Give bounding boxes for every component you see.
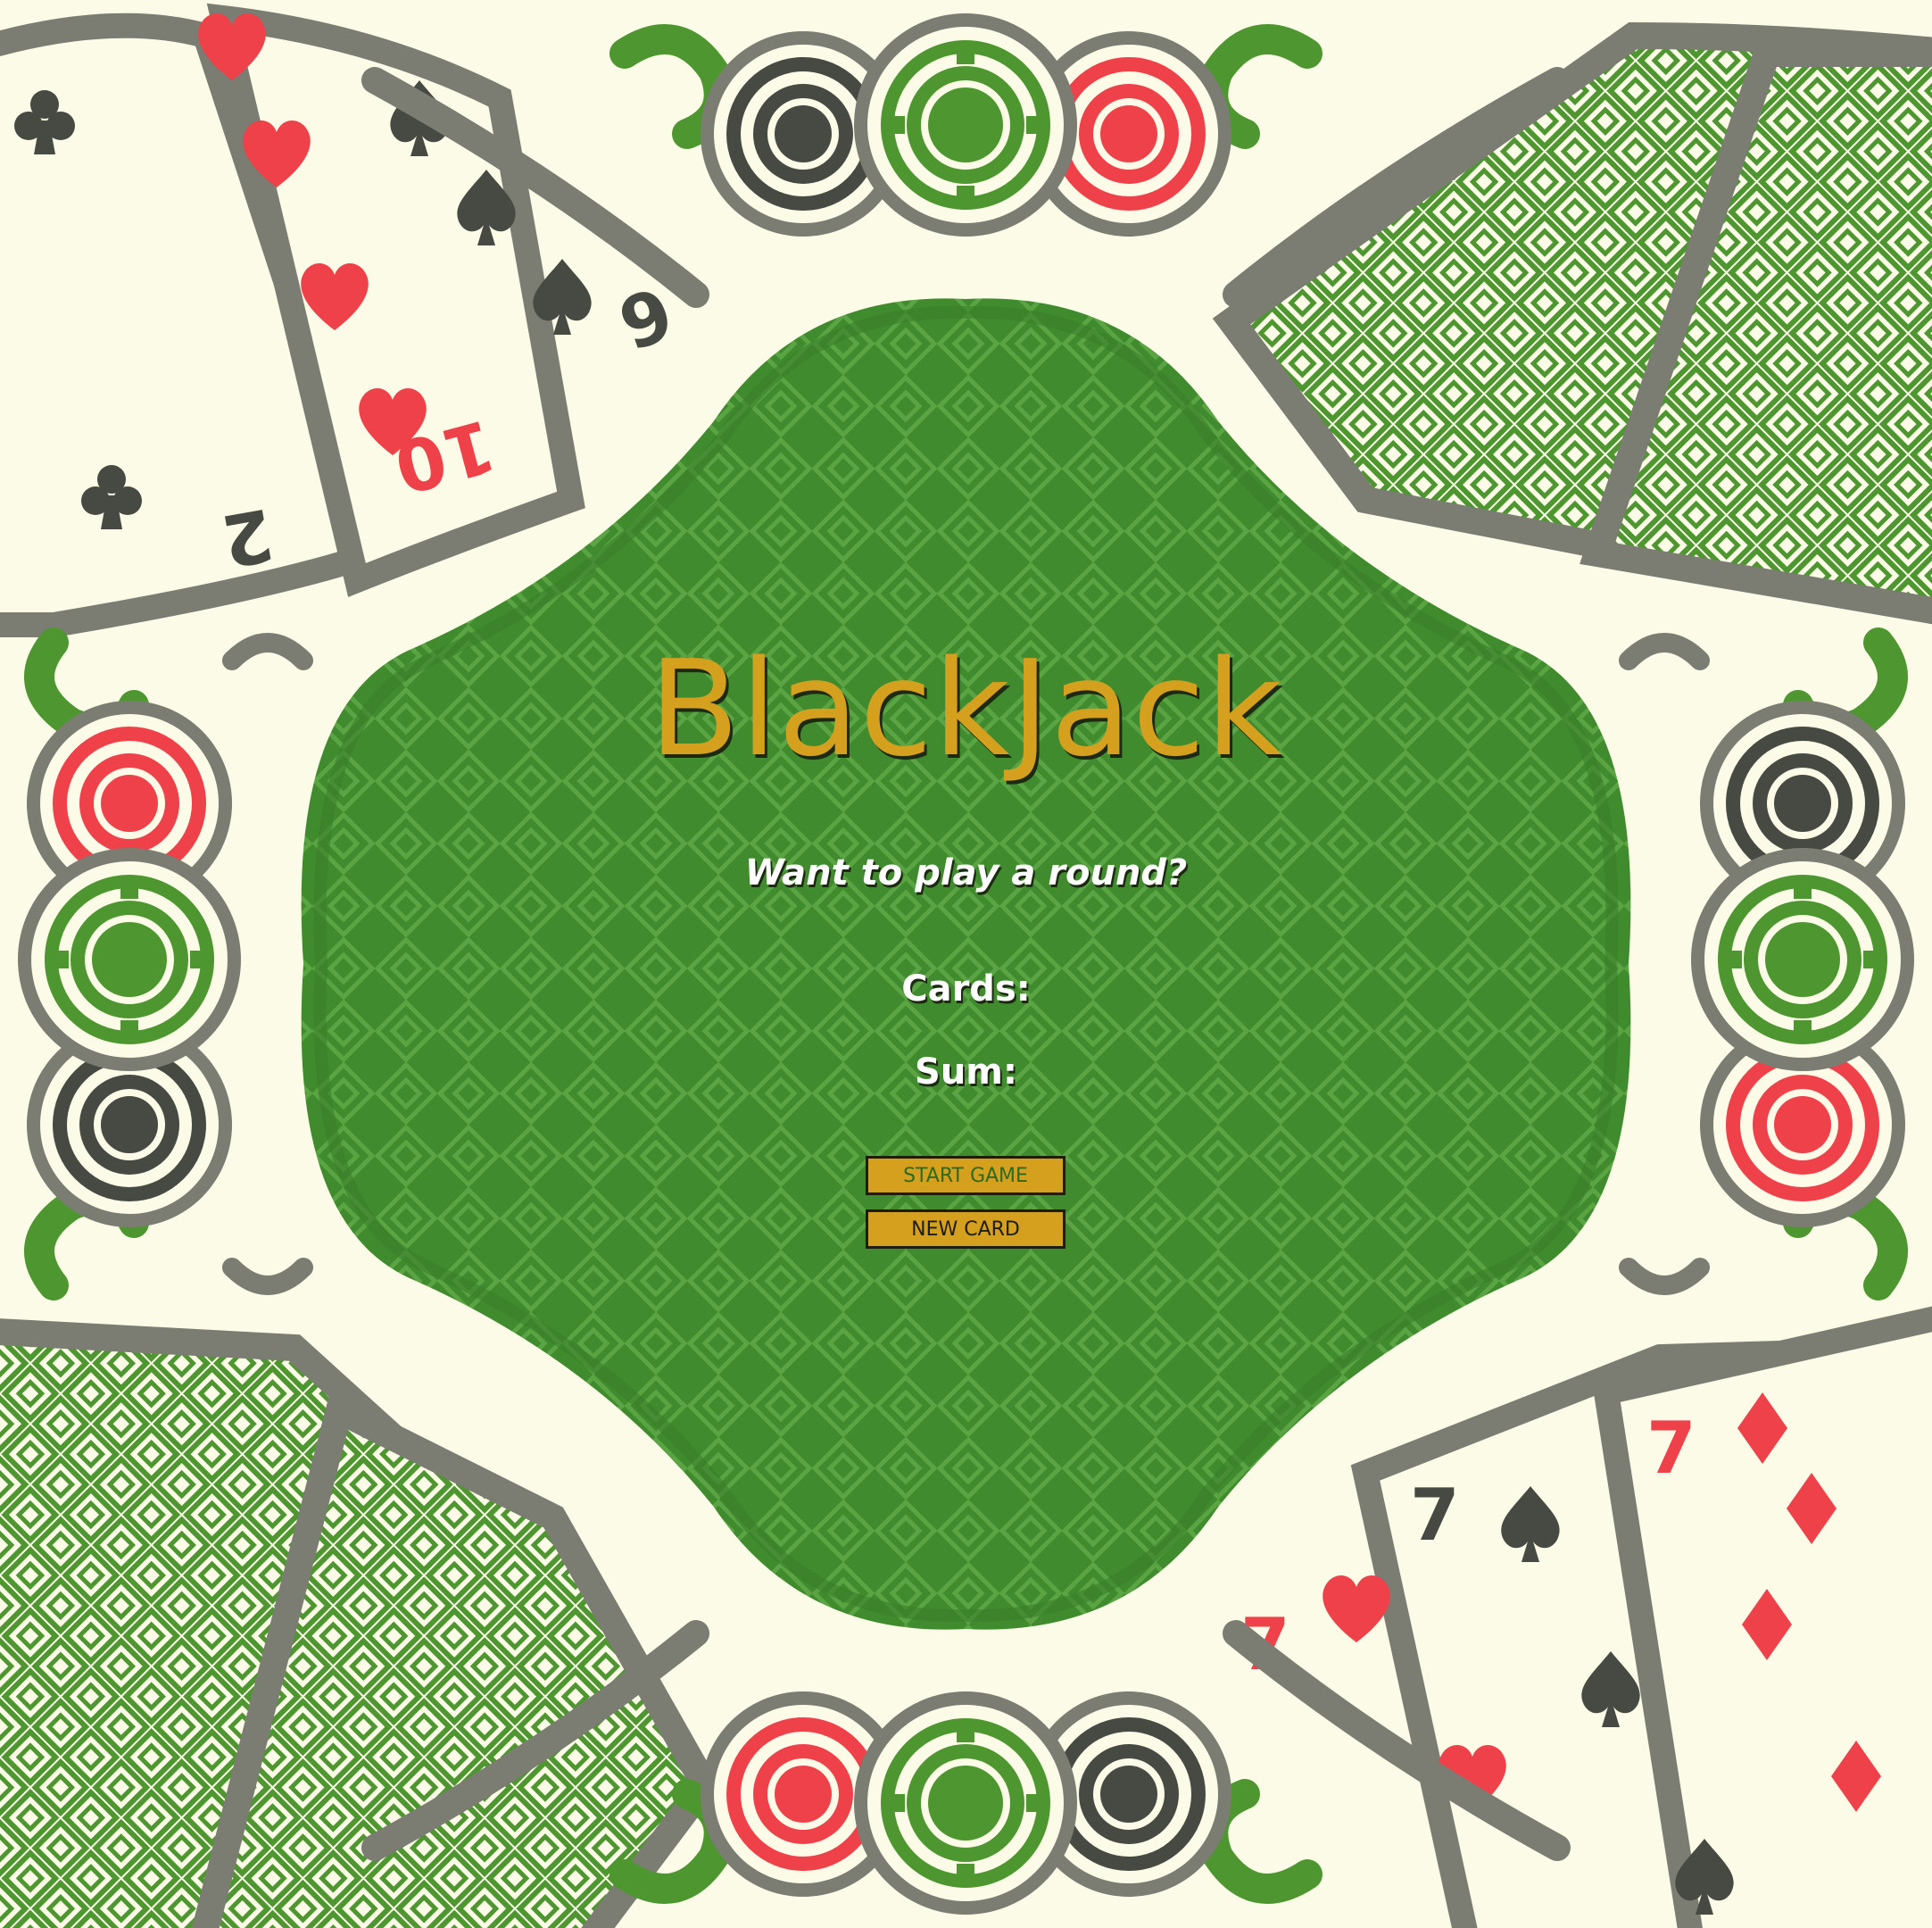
sum-label: Sum: <box>915 1051 1017 1093</box>
cards-bottom-right: 7 7 7 <box>1240 1306 1932 1928</box>
cards-bottom-left <box>0 1318 721 1928</box>
play-prompt: Want to play a round? <box>744 852 1188 893</box>
cards-top-left: 2 10 6 <box>0 3 683 637</box>
game-title: BlackJack <box>649 632 1283 785</box>
new-card-button[interactable]: NEW CARD <box>866 1209 1066 1249</box>
start-game-button[interactable]: START GAME <box>866 1156 1066 1195</box>
svg-text:7: 7 <box>1410 1474 1460 1557</box>
casino-table-decoration: 2 10 6 7 7 7 <box>0 3 1932 1928</box>
svg-text:7: 7 <box>1646 1407 1696 1490</box>
cards-label: Cards: <box>901 968 1031 1010</box>
